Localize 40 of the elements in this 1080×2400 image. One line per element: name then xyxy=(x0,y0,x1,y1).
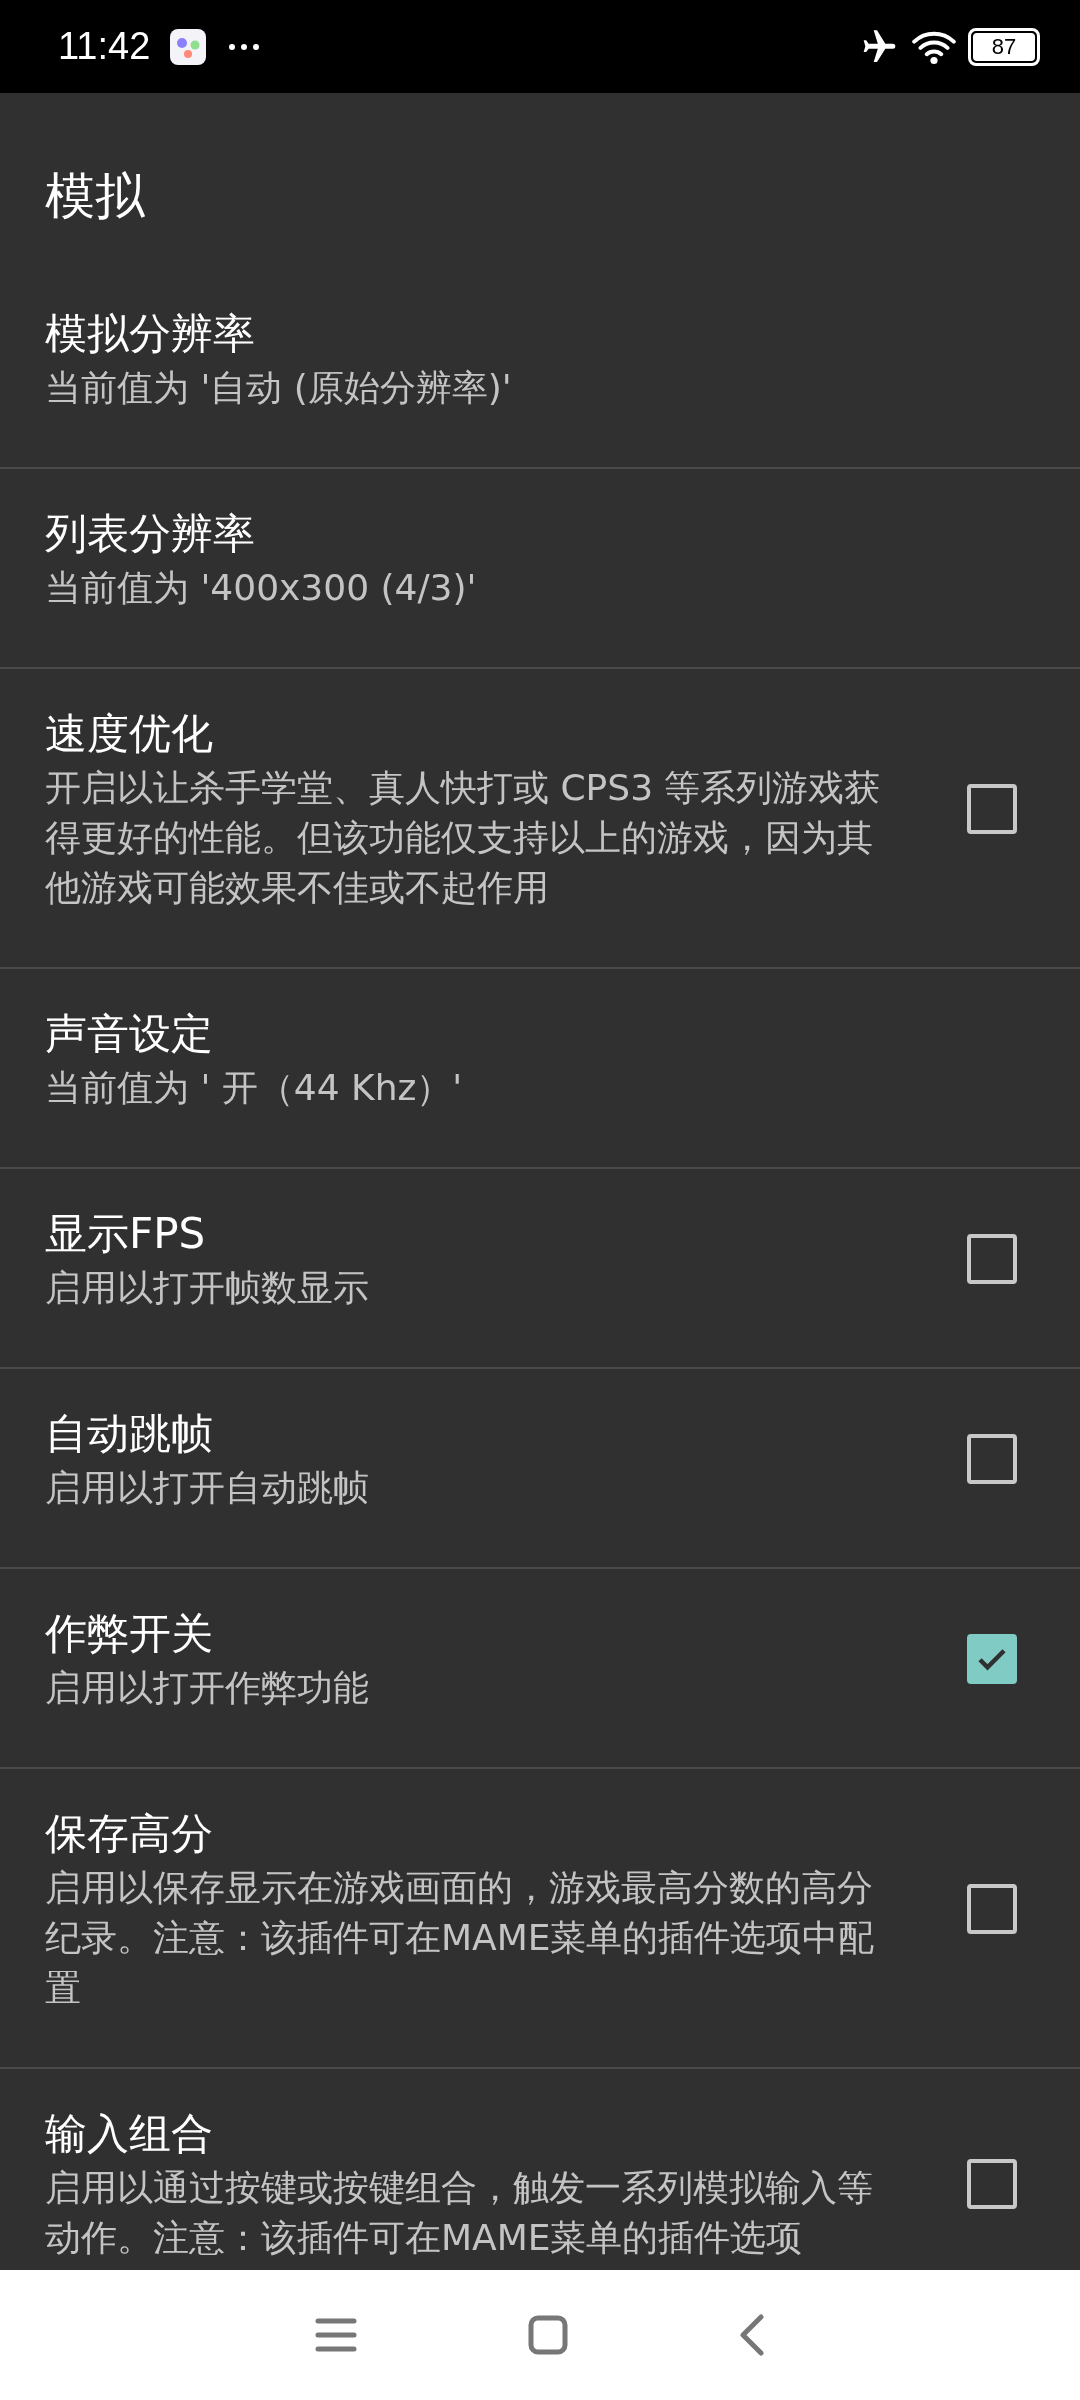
setting-title: 作弊开关 xyxy=(45,1608,214,1660)
battery-icon: 87 xyxy=(968,27,1040,66)
setting-title: 声音设定 xyxy=(45,1008,214,1060)
checkbox[interactable] xyxy=(967,1634,1017,1684)
setting-title: 模拟分辨率 xyxy=(45,308,256,360)
setting-row[interactable]: 速度优化 开启以让杀手学堂、真人快打或 CPS3 等系列游戏获得更好的性能。但该功能仅支持以上的游戏，因为其他游戏可能效果不佳或不起作用 xyxy=(0,669,1080,969)
setting-title: 速度优化 xyxy=(45,708,214,760)
clock: 11:42 xyxy=(58,25,151,68)
home-icon[interactable] xyxy=(528,2315,568,2355)
setting-row[interactable]: 自动跳帧 启用以打开自动跳帧 xyxy=(0,1369,1080,1569)
section-title: 模拟 xyxy=(44,166,146,227)
checkbox[interactable] xyxy=(967,1884,1017,1934)
checkbox[interactable] xyxy=(967,2159,1017,2209)
setting-summary: 启用以保存显示在游戏画面的，游戏最高分数的高分纪录。注意：该插件可在MAME菜单的插件选项中配置 xyxy=(45,1866,876,2010)
setting-summary: 启用以通过按键或按键组合，触发一系列模拟输入等动作。注意：该插件可在MAME菜单的插件选项 xyxy=(45,2166,874,2260)
setting-row[interactable]: 列表分辨率 当前值为 '400x300 (4/3)' xyxy=(0,469,1080,669)
setting-summary: 启用以打开帧数显示 xyxy=(45,1266,370,1310)
setting-row[interactable]: 声音设定 当前值为 ' 开（44 Khz）' xyxy=(0,969,1080,1169)
setting-summary: 当前值为 ' 开（44 Khz）' xyxy=(45,1066,464,1110)
checkbox[interactable] xyxy=(967,784,1017,834)
setting-row[interactable]: 显示FPS 启用以打开帧数显示 xyxy=(0,1169,1080,1369)
more-icon xyxy=(228,42,261,51)
setting-summary: 当前值为 '400x300 (4/3)' xyxy=(45,566,478,610)
setting-title: 输入组合 xyxy=(45,2108,214,2160)
setting-row[interactable]: 模拟分辨率 当前值为 '自动 (原始分辨率)' xyxy=(0,269,1080,469)
menu-icon[interactable] xyxy=(315,2317,358,2353)
setting-summary: 当前值为 '自动 (原始分辨率)' xyxy=(45,366,513,410)
back-icon[interactable] xyxy=(738,2314,765,2356)
setting-title: 列表分辨率 xyxy=(45,508,256,560)
checkbox[interactable] xyxy=(967,1434,1017,1484)
setting-title: 显示FPS xyxy=(45,1208,207,1260)
setting-title: 自动跳帧 xyxy=(45,1408,214,1460)
app-icon xyxy=(170,28,207,65)
setting-summary: 开启以让杀手学堂、真人快打或 CPS3 等系列游戏获得更好的性能。但该功能仅支持以上的游戏，因为其他游戏可能效果不佳或不起作用 xyxy=(45,766,882,910)
checkbox[interactable] xyxy=(967,1234,1017,1284)
setting-row[interactable]: 作弊开关 启用以打开作弊功能 xyxy=(0,1569,1080,1769)
setting-title: 保存高分 xyxy=(45,1808,214,1860)
setting-summary: 启用以打开自动跳帧 xyxy=(45,1466,370,1510)
setting-summary: 启用以打开作弊功能 xyxy=(45,1666,370,1710)
setting-row[interactable]: 保存高分 启用以保存显示在游戏画面的，游戏最高分数的高分纪录。注意：该插件可在MAME菜单的插件选项中配置 xyxy=(0,1769,1080,2069)
